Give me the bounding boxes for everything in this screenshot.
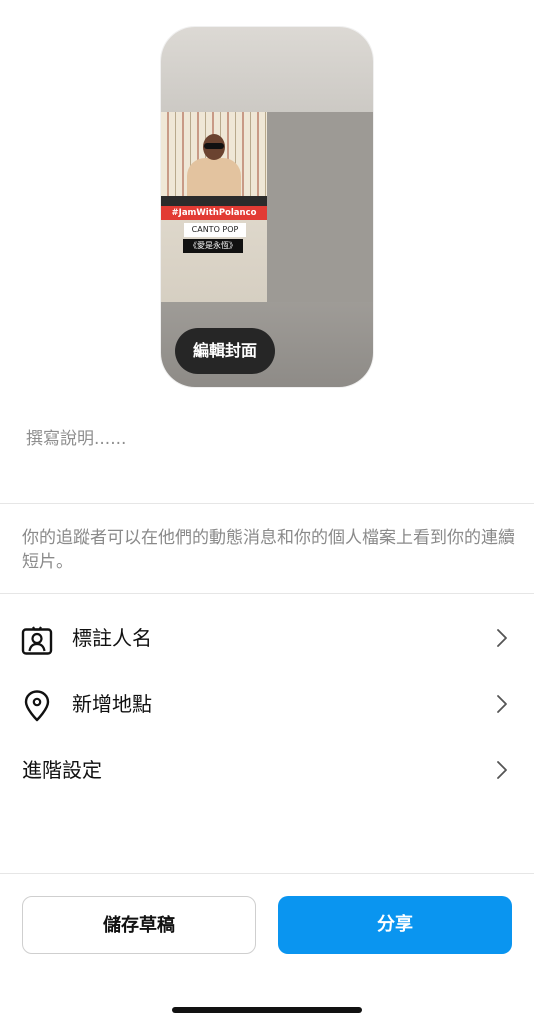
divider bbox=[0, 873, 534, 874]
visibility-info-text: 你的追蹤者可以在他們的動態消息和你的個人檔案上看到你的連續短片。 bbox=[22, 528, 515, 572]
caption-input[interactable] bbox=[26, 424, 506, 454]
performer-sunglasses bbox=[204, 143, 224, 149]
chevron-right-icon bbox=[497, 761, 507, 779]
save-draft-button[interactable]: 儲存草稿 bbox=[22, 896, 256, 954]
reel-thumbnail: #JamWithPolanco CANTO POP 《愛是永恆》 bbox=[161, 112, 267, 302]
advanced-settings-label: 進階設定 bbox=[22, 758, 102, 782]
hashtag-banner: #JamWithPolanco bbox=[161, 206, 267, 220]
genre-label: CANTO POP bbox=[184, 223, 246, 237]
add-location-row[interactable]: 新增地點 bbox=[0, 676, 534, 732]
chevron-right-icon bbox=[497, 695, 507, 713]
add-location-label: 新增地點 bbox=[72, 692, 152, 716]
advanced-settings-row[interactable]: 進階設定 bbox=[0, 742, 534, 798]
tag-people-row[interactable]: 標註人名 bbox=[0, 610, 534, 666]
song-title-label: 《愛是永恆》 bbox=[183, 239, 243, 253]
home-indicator bbox=[172, 1007, 362, 1013]
preview-side-panel bbox=[267, 112, 373, 302]
thumbnail-keyboard bbox=[161, 196, 267, 206]
edit-cover-button[interactable]: 編輯封面 bbox=[175, 328, 275, 374]
location-pin-icon bbox=[24, 690, 50, 722]
divider bbox=[0, 503, 534, 504]
chevron-right-icon bbox=[497, 629, 507, 647]
tag-people-icon bbox=[21, 626, 53, 655]
reel-preview-card[interactable]: #JamWithPolanco CANTO POP 《愛是永恆》 編輯封面 bbox=[161, 27, 373, 387]
share-button[interactable]: 分享 bbox=[278, 896, 512, 954]
tag-people-label: 標註人名 bbox=[72, 626, 152, 650]
divider bbox=[0, 593, 534, 594]
